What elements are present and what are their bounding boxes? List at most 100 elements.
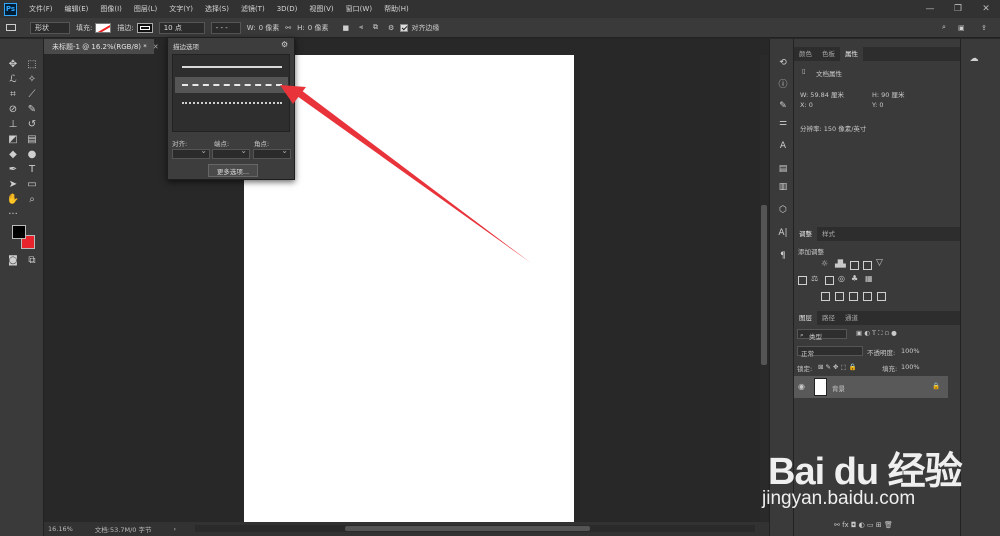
curves-icon[interactable] xyxy=(850,261,859,270)
layer-name[interactable]: 背景 xyxy=(832,383,845,393)
opacity-value[interactable]: 100% xyxy=(901,347,920,355)
properties-sliders-icon[interactable]: ⚌ xyxy=(776,116,790,130)
horizontal-scroll-thumb[interactable] xyxy=(345,526,590,531)
fill-swatch[interactable] xyxy=(95,22,112,33)
tab-styles[interactable]: 样式 xyxy=(817,227,840,241)
move-tool-icon[interactable]: ✥ xyxy=(6,57,20,71)
tab-paths[interactable]: 路径 xyxy=(817,311,840,325)
character-icon[interactable]: A xyxy=(776,139,790,153)
creative-cloud-icon[interactable]: ☁ xyxy=(967,52,981,66)
3d-cube-icon[interactable]: ⬡ xyxy=(776,203,790,217)
info-icon[interactable]: ⓘ xyxy=(776,76,790,90)
shape-mode-select[interactable]: 形状 xyxy=(30,21,70,34)
screen-mode-icon[interactable]: ⧉ xyxy=(25,253,39,267)
eyedropper-tool-icon[interactable]: ⟋ xyxy=(25,87,39,101)
glyph-icon[interactable]: A| xyxy=(776,226,790,240)
layer-filter-icons[interactable]: ▣ ◐ T ⛶ ▫ ● xyxy=(856,329,897,338)
blend-mode-select[interactable]: 正常 xyxy=(797,346,863,358)
layer-kind-filter[interactable]: ⌕ 类型 xyxy=(797,329,847,341)
align-select[interactable] xyxy=(172,146,210,159)
gear-icon[interactable]: ⚙ xyxy=(281,40,288,49)
width-value[interactable]: 0 像素 xyxy=(259,23,280,33)
fill-value[interactable]: 100% xyxy=(901,363,920,371)
path-arrangement-icon[interactable]: ⧉ xyxy=(373,23,378,32)
menu-file[interactable]: 文件(F) xyxy=(23,0,59,18)
menu-image[interactable]: 图像(I) xyxy=(94,0,128,18)
tab-swatches[interactable]: 色板 xyxy=(817,47,840,61)
tab-color[interactable]: 颜色 xyxy=(794,47,817,61)
zoom-level[interactable]: 16.16% xyxy=(48,525,73,533)
eraser-tool-icon[interactable]: ◩ xyxy=(6,132,20,146)
foreground-color-swatch[interactable] xyxy=(12,225,26,239)
more-tools-icon[interactable]: ··· xyxy=(6,207,20,221)
exposure-icon[interactable] xyxy=(863,261,872,270)
more-options-button[interactable]: 更多选项... xyxy=(208,164,258,177)
path-selection-tool-icon[interactable]: ➤ xyxy=(6,177,20,191)
height-value[interactable]: 0 像素 xyxy=(308,23,329,33)
vibrance-icon[interactable]: ▽ xyxy=(876,258,883,268)
marquee-tool-icon[interactable]: ⬚ xyxy=(25,57,39,71)
menu-window[interactable]: 窗口(W) xyxy=(340,0,378,18)
share-icon[interactable]: ⇪ xyxy=(981,24,987,32)
stroke-solid-option[interactable] xyxy=(175,59,288,75)
swatch-book-icon[interactable]: ▤ xyxy=(776,162,790,176)
align-edges-checkbox[interactable] xyxy=(400,23,409,32)
history-brush-tool-icon[interactable]: ↺ xyxy=(25,117,39,131)
caps-select[interactable] xyxy=(212,146,250,159)
document-tab[interactable]: 未标题-1 @ 16.2%(RGB/8) * ✕ xyxy=(44,39,159,54)
hue-saturation-icon[interactable] xyxy=(798,276,807,285)
tab-properties[interactable]: 属性 xyxy=(840,47,863,61)
layer-footer-icons[interactable]: ⚯ fx ◘ ◐ ▭ ⊞ 🗑 xyxy=(834,521,893,529)
lock-icons[interactable]: ⊠ ✎ ✥ ⬚ 🔒 xyxy=(818,363,857,371)
corners-select[interactable] xyxy=(253,146,291,159)
stroke-type-select[interactable]: - - - xyxy=(210,21,241,34)
close-icon[interactable]: ✕ xyxy=(972,0,1000,18)
menu-view[interactable]: 视图(V) xyxy=(303,0,339,18)
type-tool-icon[interactable]: T xyxy=(25,162,39,176)
tab-adjustments[interactable]: 调整 xyxy=(794,227,817,241)
magic-wand-tool-icon[interactable]: ✧ xyxy=(25,72,39,86)
gear-icon[interactable]: ⚙ xyxy=(388,24,394,32)
invert-icon[interactable] xyxy=(821,292,830,301)
workspace-icon[interactable]: ▣ xyxy=(958,24,965,32)
channel-mixer-icon[interactable]: ♣ xyxy=(851,274,858,283)
link-icon[interactable]: ⚯ xyxy=(285,24,291,32)
tab-layers[interactable]: 图层 xyxy=(794,311,817,325)
stroke-size-input[interactable]: 10 点 xyxy=(158,21,205,34)
threshold-icon[interactable] xyxy=(849,292,858,301)
menu-layer[interactable]: 图层(L) xyxy=(128,0,163,18)
stamp-tool-icon[interactable]: ⊥ xyxy=(6,117,20,131)
black-white-icon[interactable] xyxy=(825,276,834,285)
vertical-scroll-thumb[interactable] xyxy=(761,205,767,365)
stroke-swatch[interactable] xyxy=(136,22,153,33)
selective-color-icon[interactable] xyxy=(863,292,872,301)
history-icon[interactable]: ⟲ xyxy=(776,56,790,70)
tool-preset-icon[interactable] xyxy=(6,24,16,31)
path-operations-icon[interactable]: ■ xyxy=(342,24,349,32)
path-alignment-icon[interactable]: ⫷ xyxy=(359,23,363,32)
paragraph-icon[interactable]: ¶ xyxy=(776,249,790,263)
notes-icon[interactable]: ▥ xyxy=(776,180,790,194)
healing-tool-icon[interactable]: ⊘ xyxy=(6,102,20,116)
menu-edit[interactable]: 编辑(E) xyxy=(59,0,95,18)
pen-tool-icon[interactable]: ✒ xyxy=(6,162,20,176)
brush-settings-icon[interactable]: ✎ xyxy=(776,99,790,113)
close-tab-icon[interactable]: ✕ xyxy=(153,43,159,51)
quick-mask-icon[interactable]: ◙ xyxy=(6,253,20,267)
restore-icon[interactable]: ❐ xyxy=(944,0,972,18)
menu-3d[interactable]: 3D(D) xyxy=(271,0,304,18)
color-lookup-icon[interactable]: ▦ xyxy=(865,274,873,283)
search-icon[interactable]: ⌕ xyxy=(942,23,946,32)
brush-tool-icon[interactable]: ✎ xyxy=(25,102,39,116)
hand-tool-icon[interactable]: ✋ xyxy=(6,192,20,206)
blur-tool-icon[interactable]: ◆ xyxy=(6,147,20,161)
brightness-icon[interactable]: ☼ xyxy=(821,259,828,268)
levels-icon[interactable]: ▟▙ xyxy=(835,260,846,268)
stroke-dotted-option[interactable] xyxy=(175,95,288,111)
stroke-dashed-option[interactable] xyxy=(175,77,288,93)
gradient-map-icon[interactable] xyxy=(877,292,886,301)
dodge-tool-icon[interactable]: ● xyxy=(25,147,39,161)
visibility-eye-icon[interactable]: ◉ xyxy=(798,382,805,391)
menu-select[interactable]: 选择(S) xyxy=(199,0,235,18)
menu-filter[interactable]: 滤镜(T) xyxy=(235,0,271,18)
